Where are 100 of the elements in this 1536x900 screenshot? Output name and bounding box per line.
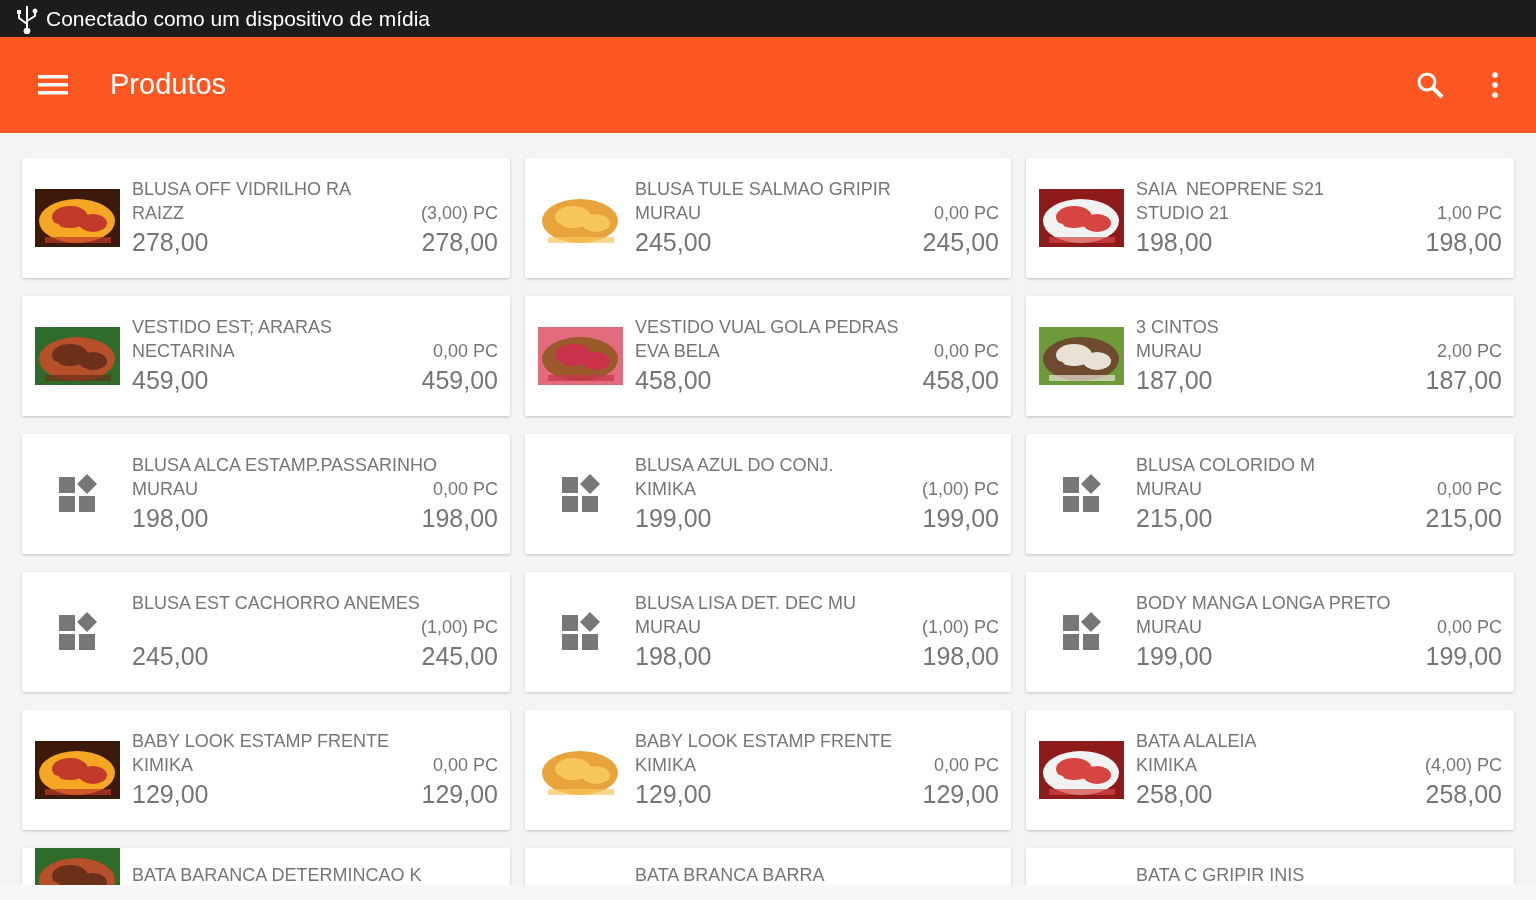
stock-quantity: 0,00 PC — [933, 340, 999, 363]
stock-quantity: 1,00 PC — [1436, 202, 1502, 225]
product-name: BLUSA COLORIDO M — [1136, 454, 1317, 476]
unit-price: 129,00 — [635, 779, 712, 810]
stock-quantity: (1,00) PC — [921, 616, 999, 639]
unit-price: 278,00 — [132, 227, 209, 258]
stock-quantity: 0,00 PC — [1436, 478, 1502, 501]
product-card[interactable]: SAIA NEOPRENE S21 STUDIO 21 1,00 PC 198,00 198,00 — [1026, 158, 1514, 278]
product-placeholder-icon — [57, 474, 98, 514]
total-price: 245,00 — [922, 227, 999, 258]
product-card[interactable]: VESTIDO VUAL GOLA PEDRAS EVA BELA 0,00 PC 458,00 458,00 — [525, 296, 1011, 416]
product-name: BLUSA LISA DET. DEC MU — [635, 592, 858, 614]
brand-name: KIMIKA — [635, 754, 696, 777]
product-card[interactable]: BLUSA TULE SALMAO GRIPIR MURAU 0,00 PC 245,00 245,00 — [525, 158, 1011, 278]
total-price: 199,00 — [1425, 641, 1502, 672]
more-options-icon[interactable] — [1492, 72, 1498, 98]
brand-name: RAIZZ — [132, 202, 184, 225]
stock-quantity: (1,00) PC — [420, 616, 498, 639]
brand-name: STUDIO 21 — [1136, 202, 1230, 225]
product-name: VESTIDO EST; ARARAS — [132, 316, 334, 338]
product-card[interactable]: BATA C GRIPIR INIS — [1026, 848, 1514, 885]
status-text: Conectado como um dispositivo de mídia — [46, 5, 431, 32]
total-price: 198,00 — [922, 641, 999, 672]
brand-name: MURAU — [1136, 478, 1202, 501]
stock-quantity: 0,00 PC — [933, 754, 999, 777]
product-card[interactable]: BLUSA ALCA ESTAMP.PASSARINHO MURAU 0,00 PC 198,00 198,00 — [22, 434, 510, 554]
product-card[interactable]: BLUSA EST CACHORRO ANEMES (1,00) PC 245,00 245,00 — [22, 572, 510, 692]
product-card[interactable]: VESTIDO EST; ARARAS NECTARINA 0,00 PC 459,00 459,00 — [22, 296, 510, 416]
product-card[interactable]: BLUSA LISA DET. DEC MU MURAU (1,00) PC 198,00 198,00 — [525, 572, 1011, 692]
total-price: 199,00 — [922, 503, 999, 534]
product-name: BLUSA AZUL DO CONJ. — [635, 454, 835, 476]
brand-name: KIMIKA — [1136, 754, 1197, 777]
product-card[interactable]: BLUSA OFF VIDRILHO RA RAIZZ (3,00) PC 278,00 278,00 — [22, 158, 510, 278]
brand-name: NECTARINA — [132, 340, 235, 363]
total-price: 245,00 — [421, 641, 498, 672]
unit-price: 258,00 — [1136, 779, 1213, 810]
product-name: BATA ALALEIA — [1136, 730, 1258, 752]
product-card[interactable]: BABY LOOK ESTAMP FRENTE KIMIKA 0,00 PC 129,00 129,00 — [525, 710, 1011, 830]
unit-price: 458,00 — [635, 365, 712, 396]
product-card[interactable]: BATA ALALEIA KIMIKA (4,00) PC 258,00 258,00 — [1026, 710, 1514, 830]
stock-quantity: 0,00 PC — [432, 754, 498, 777]
product-name: BATA BARANCA DETERMINCAO K — [132, 864, 423, 885]
unit-price: 245,00 — [132, 641, 209, 672]
product-placeholder-icon — [1061, 612, 1102, 652]
product-placeholder-icon — [560, 474, 601, 514]
product-name: BLUSA OFF VIDRILHO RA — [132, 178, 353, 200]
product-name: BATA BRANCA BARRA — [635, 864, 826, 885]
product-card[interactable]: BATA BARANCA DETERMINCAO K — [22, 848, 510, 885]
total-price: 187,00 — [1425, 365, 1502, 396]
stock-quantity: (1,00) PC — [921, 478, 999, 501]
total-price: 198,00 — [421, 503, 498, 534]
usb-icon — [16, 3, 38, 34]
product-card[interactable]: BATA BRANCA BARRA — [525, 848, 1011, 885]
total-price: 258,00 — [1425, 779, 1502, 810]
product-card[interactable]: BABY LOOK ESTAMP FRENTE KIMIKA 0,00 PC 129,00 129,00 — [22, 710, 510, 830]
product-name: VESTIDO VUAL GOLA PEDRAS — [635, 316, 900, 338]
page-title: Produtos — [110, 67, 227, 103]
unit-price: 459,00 — [132, 365, 209, 396]
product-placeholder-icon — [560, 612, 601, 652]
product-name: BATA C GRIPIR INIS — [1136, 864, 1306, 885]
product-name: BODY MANGA LONGA PRETO — [1136, 592, 1392, 614]
unit-price: 198,00 — [132, 503, 209, 534]
brand-name: MURAU — [132, 478, 198, 501]
search-icon[interactable] — [1416, 71, 1444, 99]
stock-quantity: 0,00 PC — [933, 202, 999, 225]
product-card[interactable]: BLUSA AZUL DO CONJ. KIMIKA (1,00) PC 199,00 199,00 — [525, 434, 1011, 554]
unit-price: 187,00 — [1136, 365, 1213, 396]
product-card[interactable]: BODY MANGA LONGA PRETO MURAU 0,00 PC 199,00 199,00 — [1026, 572, 1514, 692]
brand-name: MURAU — [1136, 340, 1202, 363]
total-price: 129,00 — [922, 779, 999, 810]
product-name: BLUSA ALCA ESTAMP.PASSARINHO — [132, 454, 439, 476]
total-price: 458,00 — [922, 365, 999, 396]
product-name: BLUSA EST CACHORRO ANEMES — [132, 592, 421, 614]
brand-name: KIMIKA — [132, 754, 193, 777]
unit-price: 245,00 — [635, 227, 712, 258]
stock-quantity: 2,00 PC — [1436, 340, 1502, 363]
product-placeholder-icon — [57, 612, 98, 652]
brand-name: MURAU — [1136, 616, 1202, 639]
unit-price: 215,00 — [1136, 503, 1213, 534]
total-price: 215,00 — [1425, 503, 1502, 534]
unit-price: 198,00 — [1136, 227, 1213, 258]
stock-quantity: 0,00 PC — [432, 340, 498, 363]
product-card[interactable]: 3 CINTOS MURAU 2,00 PC 187,00 187,00 — [1026, 296, 1514, 416]
total-price: 278,00 — [421, 227, 498, 258]
brand-name: MURAU — [635, 202, 701, 225]
menu-icon[interactable] — [38, 74, 70, 96]
total-price: 459,00 — [421, 365, 498, 396]
stock-quantity: 0,00 PC — [1436, 616, 1502, 639]
product-name: BLUSA TULE SALMAO GRIPIR — [635, 178, 892, 200]
product-card[interactable]: BLUSA COLORIDO M MURAU 0,00 PC 215,00 215,00 — [1026, 434, 1514, 554]
brand-name: MURAU — [635, 616, 701, 639]
stock-quantity: (4,00) PC — [1424, 754, 1502, 777]
brand-name: EVA BELA — [635, 340, 720, 363]
total-price: 198,00 — [1425, 227, 1502, 258]
unit-price: 199,00 — [1136, 641, 1213, 672]
product-name: 3 CINTOS — [1136, 316, 1220, 338]
product-name: BABY LOOK ESTAMP FRENTE — [132, 730, 391, 752]
stock-quantity: 0,00 PC — [432, 478, 498, 501]
unit-price: 129,00 — [132, 779, 209, 810]
product-name: BABY LOOK ESTAMP FRENTE — [635, 730, 894, 752]
